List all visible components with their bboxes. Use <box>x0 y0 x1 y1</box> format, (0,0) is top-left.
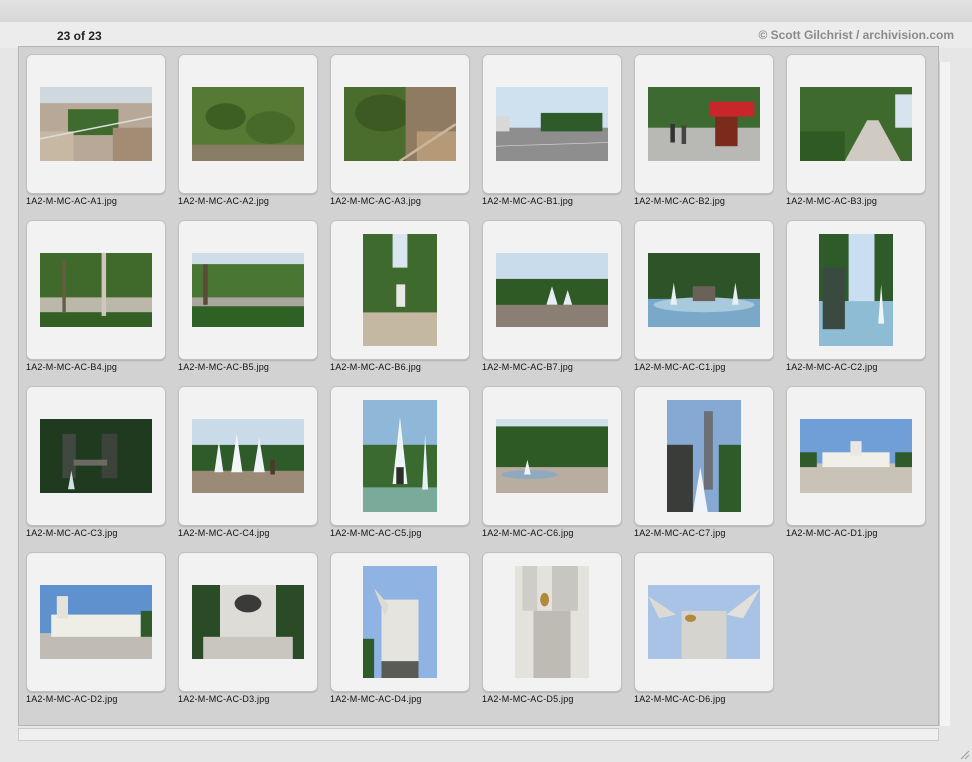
thumbnail-image[interactable] <box>363 234 437 346</box>
thumbnail-filename: 1A2-M-MC-AC-B3.jpg <box>786 196 878 206</box>
thumbnail-image[interactable] <box>40 585 152 659</box>
thumbnail-filename: 1A2-M-MC-AC-B1.jpg <box>482 196 574 206</box>
thumbnail-image[interactable] <box>496 253 608 327</box>
thumbnail-image[interactable] <box>344 87 456 161</box>
slide-thumbnail[interactable] <box>330 54 470 194</box>
slide-thumbnail[interactable] <box>634 54 774 194</box>
thumbnail-filename: 1A2-M-MC-AC-D1.jpg <box>786 528 878 538</box>
thumbnail-filename: 1A2-M-MC-AC-B5.jpg <box>178 362 270 372</box>
slide-thumbnail[interactable] <box>634 386 774 526</box>
slide-thumbnail[interactable] <box>178 54 318 194</box>
thumbnail-image[interactable] <box>648 585 760 659</box>
slide-thumbnail[interactable] <box>786 220 926 360</box>
slide-thumbnail[interactable] <box>482 386 622 526</box>
thumbnail-image[interactable] <box>800 419 912 493</box>
copyright-credit: © Scott Gilchrist / archivision.com <box>758 28 954 42</box>
thumbnail-image[interactable] <box>515 566 589 678</box>
thumbnail-filename: 1A2-M-MC-AC-C1.jpg <box>634 362 726 372</box>
thumbnail-filename: 1A2-M-MC-AC-C5.jpg <box>330 528 422 538</box>
thumbnail-image[interactable] <box>363 566 437 678</box>
thumbnail-image[interactable] <box>40 253 152 327</box>
thumbnail-filename: 1A2-M-MC-AC-B6.jpg <box>330 362 422 372</box>
thumbnail-image[interactable] <box>648 253 760 327</box>
image-count: 23 of 23 <box>57 29 102 43</box>
thumbnail-filename: 1A2-M-MC-AC-D5.jpg <box>482 694 574 704</box>
thumbnail-image[interactable] <box>667 400 741 512</box>
scrollbar-track[interactable] <box>939 62 950 726</box>
slide-thumbnail[interactable] <box>482 220 622 360</box>
slide-thumbnail[interactable] <box>786 386 926 526</box>
slide-thumbnail[interactable] <box>26 386 166 526</box>
thumbnail-image[interactable] <box>363 400 437 512</box>
thumbnail-filename: 1A2-M-MC-AC-D4.jpg <box>330 694 422 704</box>
thumbnail-filename: 1A2-M-MC-AC-D2.jpg <box>26 694 118 704</box>
window-top-strip <box>0 0 972 23</box>
slide-thumbnail[interactable] <box>26 220 166 360</box>
thumbnail-image[interactable] <box>800 87 912 161</box>
thumbnail-filename: 1A2-M-MC-AC-B7.jpg <box>482 362 574 372</box>
thumbnail-image[interactable] <box>496 419 608 493</box>
thumbnail-image[interactable] <box>192 87 304 161</box>
thumbnail-filename: 1A2-M-MC-AC-C6.jpg <box>482 528 574 538</box>
slide-thumbnail[interactable] <box>178 386 318 526</box>
slide-thumbnail[interactable] <box>786 54 926 194</box>
slide-thumbnail[interactable] <box>482 54 622 194</box>
thumbnail-filename: 1A2-M-MC-AC-C7.jpg <box>634 528 726 538</box>
thumbnail-image[interactable] <box>192 585 304 659</box>
thumbnail-image[interactable] <box>819 234 893 346</box>
thumbnail-filename: 1A2-M-MC-AC-A2.jpg <box>178 196 270 206</box>
thumbnail-filename: 1A2-M-MC-AC-D3.jpg <box>178 694 270 704</box>
thumbnail-image[interactable] <box>496 87 608 161</box>
slide-thumbnail[interactable] <box>634 552 774 692</box>
slide-thumbnail[interactable] <box>634 220 774 360</box>
thumbnail-image[interactable] <box>192 419 304 493</box>
thumbnail-filename: 1A2-M-MC-AC-C2.jpg <box>786 362 878 372</box>
thumbnail-filename: 1A2-M-MC-AC-D6.jpg <box>634 694 726 704</box>
thumbnail-filename: 1A2-M-MC-AC-B2.jpg <box>634 196 726 206</box>
slide-thumbnail[interactable] <box>330 220 470 360</box>
thumbnail-image[interactable] <box>192 253 304 327</box>
thumbnail-filename: 1A2-M-MC-AC-C4.jpg <box>178 528 270 538</box>
thumbnail-filename: 1A2-M-MC-AC-C3.jpg <box>26 528 118 538</box>
slide-thumbnail[interactable] <box>26 552 166 692</box>
thumbnail-image[interactable] <box>648 87 760 161</box>
thumbnail-filename: 1A2-M-MC-AC-A1.jpg <box>26 196 118 206</box>
thumbnail-filename: 1A2-M-MC-AC-B4.jpg <box>26 362 118 372</box>
slide-thumbnail[interactable] <box>178 220 318 360</box>
thumbnail-image[interactable] <box>40 419 152 493</box>
slide-thumbnail[interactable] <box>330 552 470 692</box>
bottom-status-bar <box>18 728 939 741</box>
slide-thumbnail[interactable] <box>482 552 622 692</box>
thumbnail-image[interactable] <box>40 87 152 161</box>
slide-thumbnail[interactable] <box>178 552 318 692</box>
slide-thumbnail[interactable] <box>330 386 470 526</box>
thumbnail-filename: 1A2-M-MC-AC-A3.jpg <box>330 196 422 206</box>
slide-thumbnail[interactable] <box>26 54 166 194</box>
resize-grip-icon[interactable] <box>958 748 970 760</box>
